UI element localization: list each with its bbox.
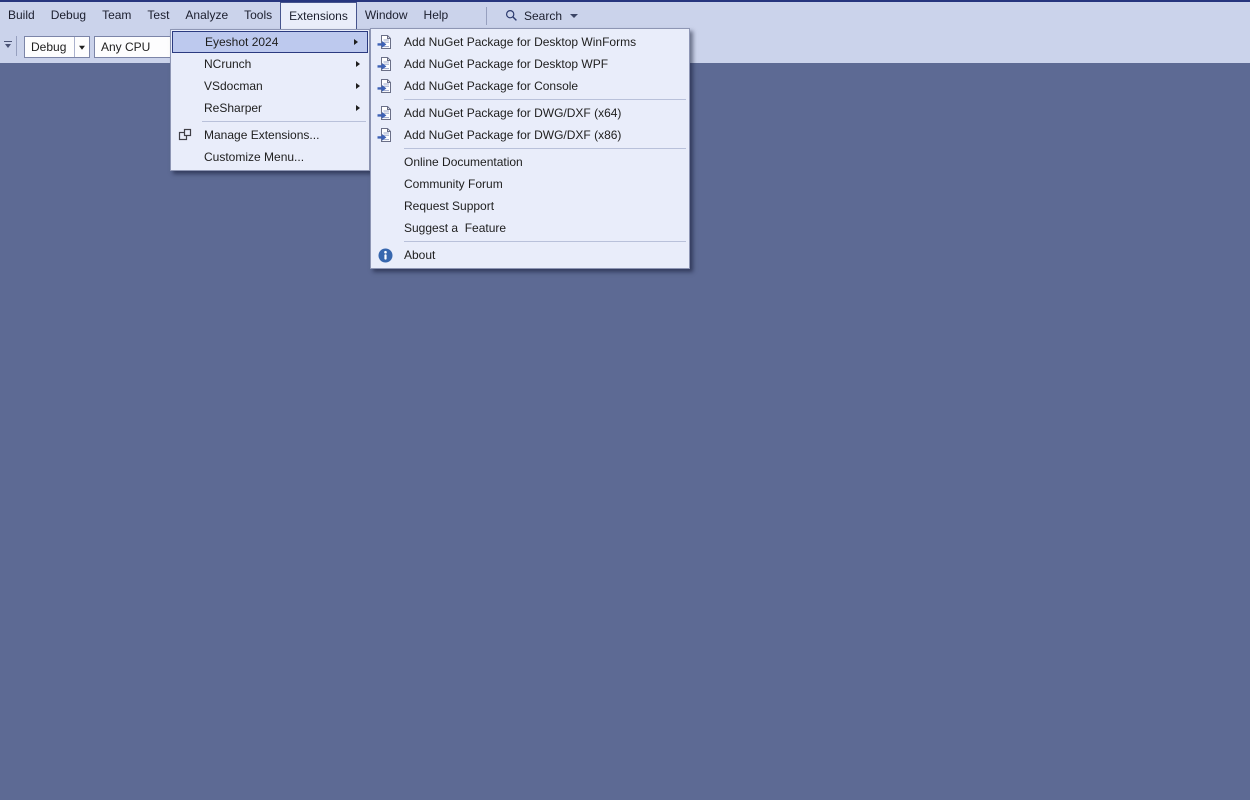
menu-item-test[interactable]: Test bbox=[139, 2, 177, 29]
menu-item-eyeshot-2024[interactable]: Eyeshot 2024 bbox=[172, 31, 368, 53]
nuget-package-icon bbox=[377, 34, 393, 50]
nuget-package-icon bbox=[377, 78, 393, 94]
menu-item-label: Eyeshot 2024 bbox=[205, 35, 279, 49]
search-cluster: Search bbox=[486, 2, 582, 29]
extensions-menu: Eyeshot 2024 NCrunch VSdocman ReSharper … bbox=[170, 29, 370, 171]
submenu-arrow-icon bbox=[356, 61, 360, 67]
menu-item-add-nuget-wpf[interactable]: Add NuGet Package for Desktop WPF bbox=[371, 53, 689, 75]
menu-item-about[interactable]: About bbox=[371, 244, 689, 266]
menu-item-label: ReSharper bbox=[204, 101, 263, 115]
submenu-arrow-icon bbox=[354, 39, 358, 45]
chevron-down-icon bbox=[79, 45, 85, 50]
toolbar-separator bbox=[16, 36, 17, 56]
menu-item-manage-extensions[interactable]: Manage Extensions... bbox=[171, 124, 369, 146]
combobox-dropdown-button[interactable] bbox=[74, 37, 89, 57]
menubar-separator bbox=[486, 6, 487, 25]
menu-item-label: Add NuGet Package for DWG/DXF (x86) bbox=[404, 128, 622, 142]
solution-configuration-combobox[interactable]: Debug bbox=[24, 36, 90, 58]
toolbar-options-bar bbox=[4, 41, 12, 42]
search-label: Search bbox=[524, 8, 563, 23]
info-icon bbox=[378, 248, 393, 263]
menu-item-label: Suggest a Feature bbox=[404, 221, 507, 235]
menu-item-resharper[interactable]: ReSharper bbox=[171, 97, 369, 119]
menu-item-debug[interactable]: Debug bbox=[43, 2, 94, 29]
manage-extensions-icon bbox=[177, 127, 193, 143]
menu-item-label: VSdocman bbox=[204, 79, 263, 93]
menubar: Build Debug Team Test Analyze Tools Exte… bbox=[0, 2, 1250, 29]
nuget-package-icon bbox=[377, 105, 393, 121]
menu-item-add-nuget-console[interactable]: Add NuGet Package for Console bbox=[371, 75, 689, 97]
menu-separator bbox=[202, 121, 366, 122]
menu-item-label: Add NuGet Package for Desktop WPF bbox=[404, 57, 609, 71]
menu-item-help[interactable]: Help bbox=[416, 2, 457, 29]
submenu-arrow-icon bbox=[356, 105, 360, 111]
menu-item-label: Customize Menu... bbox=[204, 150, 305, 164]
nuget-package-icon bbox=[377, 56, 393, 72]
search-icon bbox=[505, 9, 518, 22]
chevron-down-icon bbox=[570, 13, 579, 18]
submenu-arrow-icon bbox=[356, 83, 360, 89]
menu-item-add-nuget-winforms[interactable]: Add NuGet Package for Desktop WinForms bbox=[371, 31, 689, 53]
menu-item-extensions[interactable]: Extensions bbox=[280, 2, 357, 29]
menu-item-request-support[interactable]: Request Support bbox=[371, 195, 689, 217]
menu-item-label: Community Forum bbox=[404, 177, 503, 191]
menu-item-label: About bbox=[404, 248, 436, 262]
menu-item-label: Online Documentation bbox=[404, 155, 523, 169]
menu-item-team[interactable]: Team bbox=[94, 2, 139, 29]
toolbar-options-button[interactable] bbox=[2, 39, 14, 53]
menu-item-window[interactable]: Window bbox=[357, 2, 416, 29]
menu-item-online-documentation[interactable]: Online Documentation bbox=[371, 151, 689, 173]
nuget-package-icon bbox=[377, 127, 393, 143]
menu-separator bbox=[404, 148, 686, 149]
menu-item-build[interactable]: Build bbox=[0, 2, 43, 29]
menu-item-community-forum[interactable]: Community Forum bbox=[371, 173, 689, 195]
menu-item-label: Add NuGet Package for Desktop WinForms bbox=[404, 35, 637, 49]
menu-item-vsdocman[interactable]: VSdocman bbox=[171, 75, 369, 97]
menu-item-customize-menu[interactable]: Customize Menu... bbox=[171, 146, 369, 168]
search-button[interactable]: Search bbox=[501, 9, 582, 23]
menu-item-tools[interactable]: Tools bbox=[236, 2, 280, 29]
menu-item-add-nuget-dwgdxf-x64[interactable]: Add NuGet Package for DWG/DXF (x64) bbox=[371, 102, 689, 124]
menu-item-analyze[interactable]: Analyze bbox=[177, 2, 236, 29]
menu-item-label: Request Support bbox=[404, 199, 495, 213]
menu-item-label: Manage Extensions... bbox=[204, 128, 320, 142]
menu-item-label: NCrunch bbox=[204, 57, 252, 71]
menu-item-ncrunch[interactable]: NCrunch bbox=[171, 53, 369, 75]
eyeshot-submenu: Add NuGet Package for Desktop WinForms A… bbox=[370, 28, 690, 269]
menu-separator bbox=[404, 241, 686, 242]
menu-item-label: Add NuGet Package for Console bbox=[404, 79, 579, 93]
chevron-down-icon bbox=[5, 44, 11, 48]
menu-item-add-nuget-dwgdxf-x86[interactable]: Add NuGet Package for DWG/DXF (x86) bbox=[371, 124, 689, 146]
menu-separator bbox=[404, 99, 686, 100]
menu-item-suggest-a-feature[interactable]: Suggest a Feature bbox=[371, 217, 689, 239]
menu-item-label: Add NuGet Package for DWG/DXF (x64) bbox=[404, 106, 622, 120]
